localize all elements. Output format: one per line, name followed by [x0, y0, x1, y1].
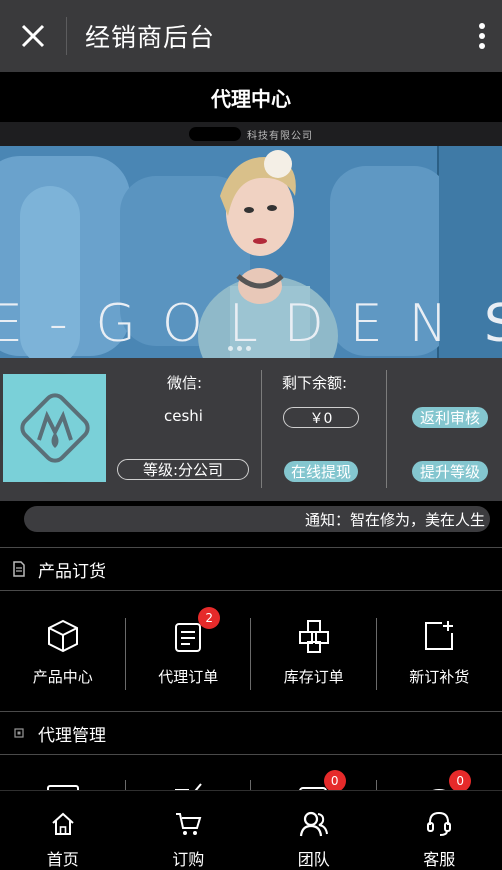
- product-order-grid: 产品中心 2 代理订单 库存订单 新订补货: [0, 592, 502, 710]
- add-square-icon: [425, 621, 454, 650]
- tab-support[interactable]: 客服: [377, 791, 502, 870]
- avatar[interactable]: [3, 374, 106, 482]
- carousel-dot[interactable]: [237, 346, 242, 351]
- level-badge: 等级:分公司: [117, 459, 249, 480]
- document-icon: [13, 561, 25, 577]
- banner-wordmark-next: S: [484, 294, 502, 354]
- section-title: 产品订货: [38, 561, 106, 582]
- banner-wordmark: E-GOLDEN: [0, 294, 474, 354]
- app-bar-divider: [66, 17, 67, 55]
- grid-item-label: 库存订单: [283, 668, 344, 686]
- rebate-review-button[interactable]: 返利审核: [412, 407, 488, 428]
- grid-item-label: 产品中心: [32, 668, 93, 686]
- grid-item-new-restock[interactable]: 新订补货: [377, 592, 502, 710]
- stacked-boxes-icon: [298, 620, 329, 653]
- app-bar-title: 经销商后台: [85, 23, 216, 52]
- more-button[interactable]: [462, 0, 502, 72]
- cart-icon: [176, 812, 202, 835]
- tab-label: 团队: [297, 850, 330, 869]
- tab-label: 订购: [172, 850, 205, 869]
- bottom-tab-bar: 首页 订购 团队 客服: [0, 790, 502, 870]
- home-icon: [52, 812, 74, 835]
- grid-item-agent-1[interactable]: [0, 756, 126, 790]
- grid-item-inventory-orders[interactable]: 库存订单: [251, 592, 377, 710]
- notice-text: 通知：智在修为，美在人生: [305, 511, 486, 529]
- tab-label: 客服: [423, 850, 456, 869]
- profile-panel: 微信: ceshi 等级:分公司 剩下余额: ￥0 在线提现 返利审核 提升等级: [0, 358, 502, 501]
- wechat-value: ceshi: [164, 407, 203, 425]
- more-vertical-icon: [479, 23, 485, 49]
- close-icon: [21, 24, 45, 48]
- grid-item-label: 代理订单: [158, 668, 219, 686]
- section-header-product-order: 产品订货: [0, 547, 502, 591]
- company-logo-blot: [189, 127, 241, 141]
- carousel-dot[interactable]: [228, 346, 233, 351]
- team-icon: [299, 811, 328, 836]
- tab-team[interactable]: 团队: [251, 791, 377, 870]
- brand-logo-icon: [19, 393, 90, 463]
- profile-divider: [386, 370, 387, 488]
- company-name: 科技有限公司: [247, 130, 313, 142]
- banner-carousel[interactable]: E-GOLDEN S: [0, 146, 502, 358]
- carousel-dot[interactable]: [246, 346, 251, 351]
- page-title: 代理中心: [0, 72, 502, 122]
- close-button[interactable]: [0, 0, 66, 72]
- grid-item-agent-orders[interactable]: 2 代理订单: [126, 592, 251, 710]
- box-icon: [47, 619, 78, 653]
- grid-item-agent-3[interactable]: 0: [251, 756, 377, 790]
- tab-label: 首页: [46, 850, 79, 869]
- notice-marquee: 通知：智在修为，美在人生: [24, 506, 490, 532]
- company-strip: 科技有限公司: [0, 122, 502, 146]
- wechat-label: 微信:: [167, 374, 203, 392]
- app-bar: 经销商后台: [0, 0, 502, 72]
- section-header-agent-management: 代理管理: [0, 711, 502, 755]
- grid-item-agent-4[interactable]: 0: [377, 756, 502, 790]
- tab-order[interactable]: 订购: [126, 791, 252, 870]
- agent-management-grid: 0 0: [0, 756, 502, 790]
- balance-value: ￥0: [283, 407, 359, 428]
- grid-item-label: 新订补货: [409, 668, 470, 686]
- grid-item-product-center[interactable]: 产品中心: [0, 592, 126, 710]
- headset-icon: [427, 811, 452, 836]
- card-icon: [46, 785, 79, 790]
- tab-home[interactable]: 首页: [0, 791, 126, 870]
- withdraw-button[interactable]: 在线提现: [284, 461, 358, 482]
- notification-badge: 0: [449, 770, 472, 790]
- grid-item-agent-2[interactable]: [126, 756, 251, 790]
- profile-divider: [261, 370, 262, 488]
- grid-square-icon: [14, 728, 24, 738]
- upgrade-level-button[interactable]: 提升等级: [412, 461, 488, 482]
- notification-badge: 0: [323, 770, 346, 790]
- carousel-indicator: [228, 346, 251, 351]
- section-title: 代理管理: [38, 725, 106, 746]
- notification-badge: 2: [198, 607, 221, 629]
- edit-icon: [174, 783, 203, 790]
- balance-label: 剩下余额:: [282, 374, 348, 392]
